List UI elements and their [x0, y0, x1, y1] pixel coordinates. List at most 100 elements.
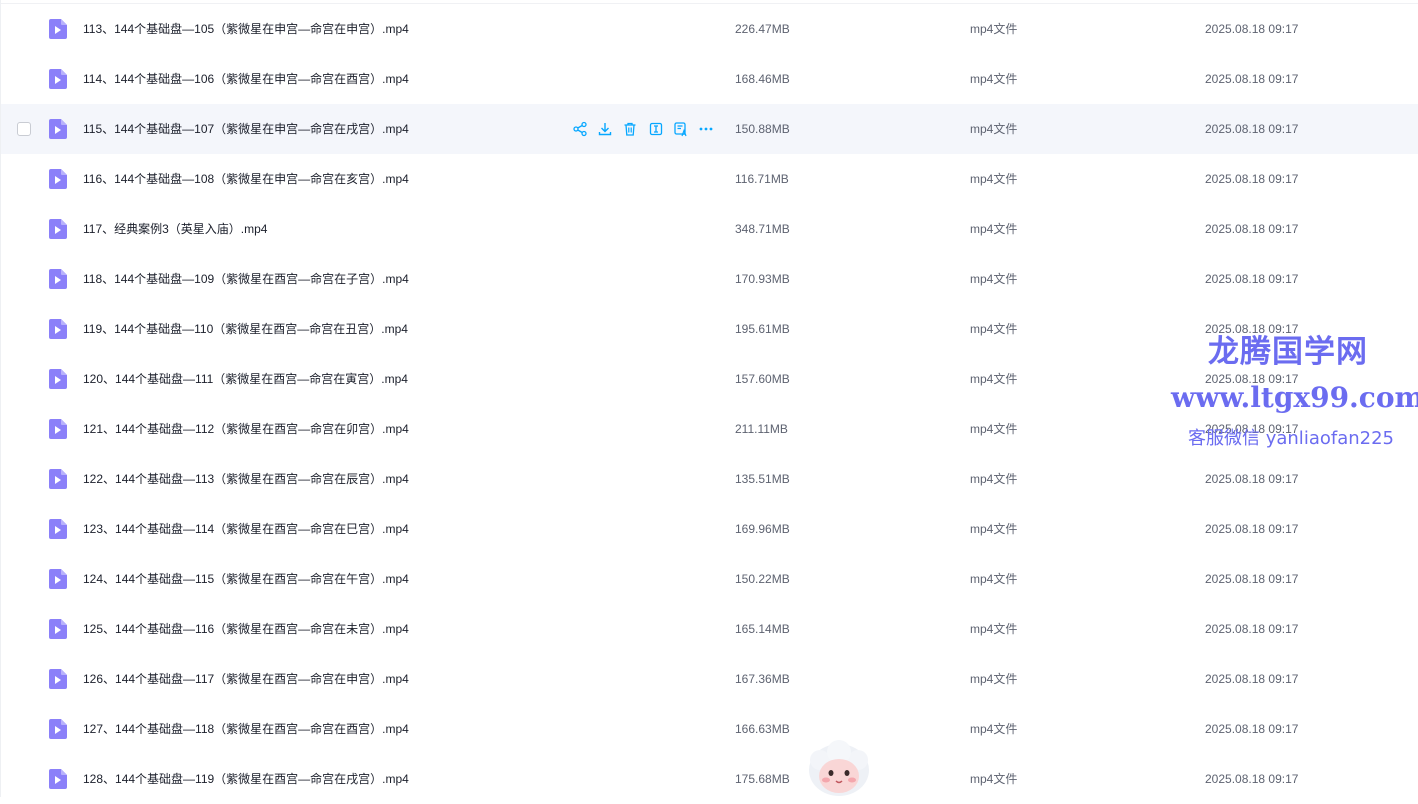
file-size: 211.11MB: [735, 422, 788, 436]
file-name[interactable]: 127、144个基础盘—118（紫微星在酉宫—命宫在酉宫）.mp4: [83, 721, 409, 737]
file-size: 150.88MB: [735, 122, 790, 136]
ai-summary-icon[interactable]: [648, 121, 664, 137]
video-file-icon: [47, 319, 67, 339]
file-modified-date: 2025.08.18 09:17: [1205, 22, 1299, 36]
file-type: mp4文件: [970, 572, 1018, 586]
video-file-icon: [47, 419, 67, 439]
file-size: 150.22MB: [735, 572, 790, 586]
file-name[interactable]: 114、144个基础盘—106（紫微星在申宫—命宫在酉宫）.mp4: [83, 71, 409, 87]
file-type: mp4文件: [970, 372, 1018, 386]
file-list: 113、144个基础盘—105（紫微星在申宫—命宫在申宫）.mp4 226.47M…: [0, 0, 1418, 797]
row-checkbox[interactable]: [17, 122, 31, 136]
file-size: 157.60MB: [735, 372, 790, 386]
file-row[interactable]: 123、144个基础盘—114（紫微星在酉宫—命宫在巳宫）.mp4 169.96M…: [1, 504, 1418, 554]
delete-icon[interactable]: [622, 121, 638, 137]
file-name[interactable]: 128、144个基础盘—119（紫微星在酉宫—命宫在戌宫）.mp4: [83, 771, 409, 787]
file-row[interactable]: 120、144个基础盘—111（紫微星在酉宫—命宫在寅宫）.mp4 157.60M…: [1, 354, 1418, 404]
file-size: 167.36MB: [735, 672, 790, 686]
file-size: 135.51MB: [735, 472, 790, 486]
more-icon[interactable]: [698, 121, 714, 137]
file-type: mp4文件: [970, 322, 1018, 336]
file-type: mp4文件: [970, 122, 1018, 136]
file-row[interactable]: 124、144个基础盘—115（紫微星在酉宫—命宫在午宫）.mp4 150.22M…: [1, 554, 1418, 604]
file-name[interactable]: 122、144个基础盘—113（紫微星在酉宫—命宫在辰宫）.mp4: [83, 471, 409, 487]
video-file-icon: [47, 669, 67, 689]
file-type: mp4文件: [970, 722, 1018, 736]
file-modified-date: 2025.08.18 09:17: [1205, 72, 1299, 86]
file-type: mp4文件: [970, 622, 1018, 636]
file-name[interactable]: 124、144个基础盘—115（紫微星在酉宫—命宫在午宫）.mp4: [83, 571, 409, 587]
file-size: 348.71MB: [735, 222, 790, 236]
file-name[interactable]: 116、144个基础盘—108（紫微星在申宫—命宫在亥宫）.mp4: [83, 171, 409, 187]
video-file-icon: [47, 269, 67, 289]
video-file-icon: [47, 769, 67, 789]
file-name[interactable]: 117、经典案例3（英星入庙）.mp4: [83, 221, 267, 237]
file-type: mp4文件: [970, 72, 1018, 86]
file-modified-date: 2025.08.18 09:17: [1205, 522, 1299, 536]
file-row[interactable]: 119、144个基础盘—110（紫微星在酉宫—命宫在丑宫）.mp4 195.61M…: [1, 304, 1418, 354]
file-size: 165.14MB: [735, 622, 790, 636]
file-type: mp4文件: [970, 472, 1018, 486]
download-icon[interactable]: [597, 121, 613, 137]
file-size: 169.96MB: [735, 522, 790, 536]
file-size: 168.46MB: [735, 72, 790, 86]
video-file-icon: [47, 719, 67, 739]
file-name[interactable]: 119、144个基础盘—110（紫微星在酉宫—命宫在丑宫）.mp4: [83, 321, 408, 337]
file-modified-date: 2025.08.18 09:17: [1205, 422, 1299, 436]
file-type: mp4文件: [970, 422, 1018, 436]
ai-translate-icon[interactable]: [673, 121, 689, 137]
file-row[interactable]: 114、144个基础盘—106（紫微星在申宫—命宫在酉宫）.mp4 168.46M…: [1, 54, 1418, 104]
file-row[interactable]: 118、144个基础盘—109（紫微星在酉宫—命宫在子宫）.mp4 170.93M…: [1, 254, 1418, 304]
file-row[interactable]: 113、144个基础盘—105（紫微星在申宫—命宫在申宫）.mp4 226.47M…: [1, 4, 1418, 54]
assistant-mascot-icon[interactable]: [806, 740, 872, 797]
file-size: 166.63MB: [735, 722, 790, 736]
file-modified-date: 2025.08.18 09:17: [1205, 372, 1299, 386]
file-modified-date: 2025.08.18 09:17: [1205, 572, 1299, 586]
file-name[interactable]: 118、144个基础盘—109（紫微星在酉宫—命宫在子宫）.mp4: [83, 271, 409, 287]
video-file-icon: [47, 469, 67, 489]
file-name[interactable]: 126、144个基础盘—117（紫微星在酉宫—命宫在申宫）.mp4: [83, 671, 409, 687]
file-row[interactable]: 115、144个基础盘—107（紫微星在申宫—命宫在戌宫）.mp4 150.88M…: [1, 104, 1418, 154]
file-modified-date: 2025.08.18 09:17: [1205, 772, 1299, 786]
file-name[interactable]: 121、144个基础盘—112（紫微星在酉宫—命宫在卯宫）.mp4: [83, 421, 409, 437]
video-file-icon: [47, 569, 67, 589]
file-type: mp4文件: [970, 672, 1018, 686]
file-type: mp4文件: [970, 222, 1018, 236]
video-file-icon: [47, 119, 67, 139]
file-modified-date: 2025.08.18 09:17: [1205, 172, 1299, 186]
file-name[interactable]: 125、144个基础盘—116（紫微星在酉宫—命宫在未宫）.mp4: [83, 621, 409, 637]
file-modified-date: 2025.08.18 09:17: [1205, 222, 1299, 236]
file-name[interactable]: 123、144个基础盘—114（紫微星在酉宫—命宫在巳宫）.mp4: [83, 521, 409, 537]
file-row[interactable]: 126、144个基础盘—117（紫微星在酉宫—命宫在申宫）.mp4 167.36M…: [1, 654, 1418, 704]
video-file-icon: [47, 369, 67, 389]
file-name[interactable]: 115、144个基础盘—107（紫微星在申宫—命宫在戌宫）.mp4: [83, 121, 409, 137]
file-size: 170.93MB: [735, 272, 790, 286]
video-file-icon: [47, 519, 67, 539]
file-modified-date: 2025.08.18 09:17: [1205, 322, 1299, 336]
file-row[interactable]: 125、144个基础盘—116（紫微星在酉宫—命宫在未宫）.mp4 165.14M…: [1, 604, 1418, 654]
file-row[interactable]: 121、144个基础盘—112（紫微星在酉宫—命宫在卯宫）.mp4 211.11M…: [1, 404, 1418, 454]
file-row[interactable]: 122、144个基础盘—113（紫微星在酉宫—命宫在辰宫）.mp4 135.51M…: [1, 454, 1418, 504]
video-file-icon: [47, 219, 67, 239]
file-type: mp4文件: [970, 172, 1018, 186]
file-size: 116.71MB: [735, 172, 789, 186]
file-type: mp4文件: [970, 772, 1018, 786]
file-row[interactable]: 117、经典案例3（英星入庙）.mp4 348.71MB mp4文件 2025.08.…: [1, 204, 1418, 254]
video-file-icon: [47, 69, 67, 89]
file-modified-date: 2025.08.18 09:17: [1205, 272, 1299, 286]
file-modified-date: 2025.08.18 09:17: [1205, 622, 1299, 636]
video-file-icon: [47, 169, 67, 189]
file-row[interactable]: 127、144个基础盘—118（紫微星在酉宫—命宫在酉宫）.mp4 166.63M…: [1, 704, 1418, 754]
file-modified-date: 2025.08.18 09:17: [1205, 122, 1299, 136]
share-icon[interactable]: [572, 121, 588, 137]
file-name[interactable]: 120、144个基础盘—111（紫微星在酉宫—命宫在寅宫）.mp4: [83, 371, 408, 387]
file-type: mp4文件: [970, 272, 1018, 286]
file-row[interactable]: 116、144个基础盘—108（紫微星在申宫—命宫在亥宫）.mp4 116.71M…: [1, 154, 1418, 204]
file-type: mp4文件: [970, 22, 1018, 36]
file-name[interactable]: 113、144个基础盘—105（紫微星在申宫—命宫在申宫）.mp4: [83, 21, 409, 37]
video-file-icon: [47, 619, 67, 639]
file-type: mp4文件: [970, 522, 1018, 536]
file-size: 195.61MB: [735, 322, 790, 336]
file-modified-date: 2025.08.18 09:17: [1205, 672, 1299, 686]
file-modified-date: 2025.08.18 09:17: [1205, 472, 1299, 486]
